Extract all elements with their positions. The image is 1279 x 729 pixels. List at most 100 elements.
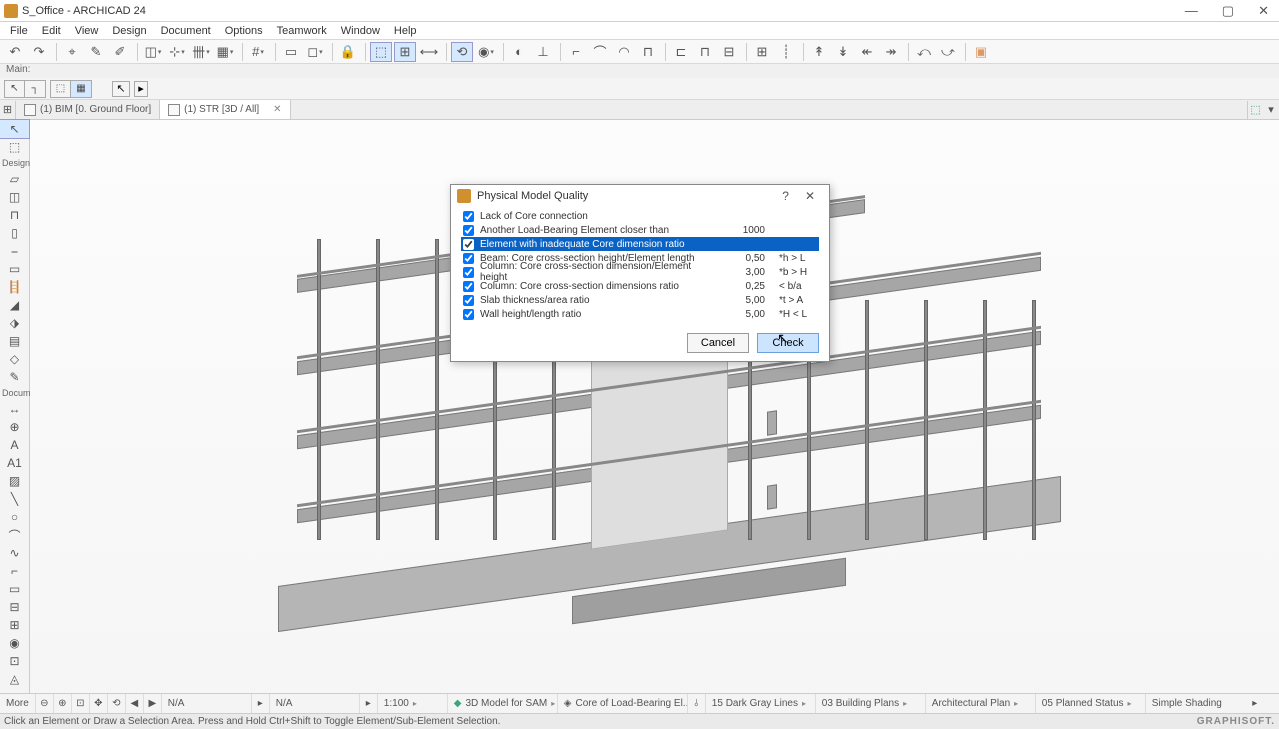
check-row-inadequate-ratio[interactable]: Element with inadequate Core dimension r… xyxy=(461,237,819,251)
arrow-mode-1[interactable]: ↖ xyxy=(5,81,25,97)
join-icon[interactable]: ⊓ xyxy=(637,42,659,62)
na2-field[interactable]: N/A xyxy=(270,694,360,713)
grid-icon[interactable]: # xyxy=(247,42,269,62)
back-icon[interactable]: ◀ xyxy=(126,694,144,713)
snap-point-icon[interactable]: ⊹ xyxy=(166,42,188,62)
detail-tool-icon[interactable]: ◉ xyxy=(0,634,29,652)
slab-tool-icon[interactable]: ▭ xyxy=(0,260,29,278)
menu-document[interactable]: Document xyxy=(155,23,217,39)
check-cb[interactable] xyxy=(463,239,474,250)
redo-icon[interactable]: ↷ xyxy=(28,42,50,62)
pick-icon[interactable]: ⌖ xyxy=(61,42,83,62)
arc-tool-icon[interactable]: ⌒ xyxy=(0,526,29,544)
check-cb[interactable] xyxy=(463,281,474,292)
menu-edit[interactable]: Edit xyxy=(36,23,67,39)
curtain-tool-icon[interactable]: ▤ xyxy=(0,332,29,350)
half-icon[interactable]: ◐ xyxy=(508,42,530,62)
suspend-icon[interactable]: ▭ xyxy=(280,42,302,62)
snap-grid-icon[interactable]: ▦ xyxy=(214,42,236,62)
trim-icon[interactable]: ⊥ xyxy=(532,42,554,62)
na1-field[interactable]: N/A xyxy=(162,694,252,713)
label-tool-icon[interactable]: A1 xyxy=(0,454,29,472)
help-icon[interactable]: ? xyxy=(774,189,797,203)
stair-tool-icon[interactable]: 🪜 xyxy=(0,278,29,296)
toggle-icon[interactable]: ▸ xyxy=(134,81,148,97)
snap-icon[interactable]: 卌 xyxy=(190,42,212,62)
beam-tool-icon[interactable]: ⎯ xyxy=(0,242,29,260)
polyline-tool-icon[interactable]: ⌐ xyxy=(0,562,29,580)
window-icon[interactable]: ⊞ xyxy=(751,42,773,62)
arrow-mode-2[interactable]: ┐ xyxy=(25,81,45,97)
measure-icon[interactable]: ⟷ xyxy=(418,42,440,62)
trace-ref-icon[interactable]: ⊞ xyxy=(394,42,416,62)
tab-ground-floor[interactable]: (1) BIM [0. Ground Floor] xyxy=(16,100,160,119)
next-icon[interactable]: ⤻ xyxy=(937,42,959,62)
na1-dd[interactable]: ▸ xyxy=(252,694,270,713)
corner-icon[interactable]: ⌐ xyxy=(565,42,587,62)
shading-field[interactable]: Simple Shading xyxy=(1146,694,1246,713)
check-button[interactable]: Check xyxy=(757,333,819,353)
menu-file[interactable]: File xyxy=(4,23,34,39)
menu-more-icon[interactable]: ▾ xyxy=(1263,101,1279,119)
check-cb[interactable] xyxy=(463,225,474,236)
tab-3d-all[interactable]: (1) STR [3D / All] ✕ xyxy=(160,100,290,119)
drawing-tool-icon[interactable]: ▭ xyxy=(0,580,29,598)
wall-tool-icon[interactable]: ▱ xyxy=(0,170,29,188)
archplan-field[interactable]: Architectural Plan▸ xyxy=(926,694,1036,713)
trace-icon[interactable]: ⬚ xyxy=(370,42,392,62)
circle-tool-icon[interactable]: ○ xyxy=(0,508,29,526)
arrow-tool-icon[interactable]: ↖ xyxy=(0,120,29,138)
check-row-slab-ratio[interactable]: Slab thickness/area ratio 5,00 *t > A xyxy=(461,293,819,307)
minimize-button[interactable]: — xyxy=(1179,3,1204,18)
marquee-tool-icon[interactable]: ⬚ xyxy=(0,138,29,156)
check-cb[interactable] xyxy=(463,267,474,278)
close-tab-icon[interactable]: ✕ xyxy=(273,104,281,115)
distribute-icon[interactable]: ⊟ xyxy=(718,42,740,62)
fwd-icon[interactable]: ▶ xyxy=(144,694,162,713)
level-tool-icon[interactable]: ⊕ xyxy=(0,418,29,436)
more-button[interactable]: More xyxy=(0,694,36,713)
move-left-icon[interactable]: ↞ xyxy=(856,42,878,62)
check-cb[interactable] xyxy=(463,211,474,222)
spline-tool-icon[interactable]: ∿ xyxy=(0,544,29,562)
menu-view[interactable]: View xyxy=(69,23,105,39)
teamwork-icon[interactable]: ▣ xyxy=(970,42,992,62)
check-row-column-ratio[interactable]: Column: Core cross-section dimensions ra… xyxy=(461,279,819,293)
fillet-icon[interactable]: ⌒ xyxy=(589,42,611,62)
shading-dd[interactable]: ▸ xyxy=(1246,694,1264,713)
dimension-tool-icon[interactable]: ↔ xyxy=(0,400,29,418)
door-tool-icon[interactable]: ◫ xyxy=(0,188,29,206)
pan-icon[interactable]: ✥ xyxy=(90,694,108,713)
cancel-button[interactable]: Cancel xyxy=(687,333,749,353)
object-tool-icon[interactable]: ✎ xyxy=(0,368,29,386)
check-row-column-dim[interactable]: Column: Core cross-section dimension/Ele… xyxy=(461,265,819,279)
roof-tool-icon[interactable]: ◢ xyxy=(0,296,29,314)
orbit-icon[interactable]: ⟲ xyxy=(451,42,473,62)
menu-teamwork[interactable]: Teamwork xyxy=(271,23,333,39)
fill-tool-icon[interactable]: ▨ xyxy=(0,472,29,490)
check-cb[interactable] xyxy=(463,295,474,306)
plans-field[interactable]: 03 Building Plans▸ xyxy=(816,694,926,713)
section-tool-icon[interactable]: ⊟ xyxy=(0,598,29,616)
text-tool-icon[interactable]: A xyxy=(0,436,29,454)
menu-design[interactable]: Design xyxy=(106,23,152,39)
camera-icon[interactable]: ◉ xyxy=(475,42,497,62)
worksheet-tool-icon[interactable]: ⊡ xyxy=(0,652,29,670)
fit-icon[interactable]: ⊡ xyxy=(72,694,90,713)
check-row-lack-core[interactable]: Lack of Core connection xyxy=(461,209,819,223)
select-full[interactable]: ▦ xyxy=(71,81,91,97)
lines-field[interactable]: 15 Dark Gray Lines▸ xyxy=(706,694,816,713)
view-field[interactable]: ◆3D Model for SAM▸ xyxy=(448,694,558,713)
menu-help[interactable]: Help xyxy=(388,23,423,39)
morph-tool-icon[interactable]: ◇ xyxy=(0,350,29,368)
line-tool-icon[interactable]: ╲ xyxy=(0,490,29,508)
shell-tool-icon[interactable]: ⬗ xyxy=(0,314,29,332)
move-up-icon[interactable]: ↟ xyxy=(808,42,830,62)
layers-field[interactable]: ◈Core of Load-Bearing El...▸ xyxy=(558,694,688,713)
elevation-tool-icon[interactable]: ⊞ xyxy=(0,616,29,634)
snap-guides-icon[interactable]: ◫ xyxy=(142,42,164,62)
align-left-icon[interactable]: ⊏ xyxy=(670,42,692,62)
check-cb[interactable] xyxy=(463,309,474,320)
lock-icon[interactable]: 🔒 xyxy=(337,42,359,62)
planstatus-field[interactable]: 05 Planned Status▸ xyxy=(1036,694,1146,713)
